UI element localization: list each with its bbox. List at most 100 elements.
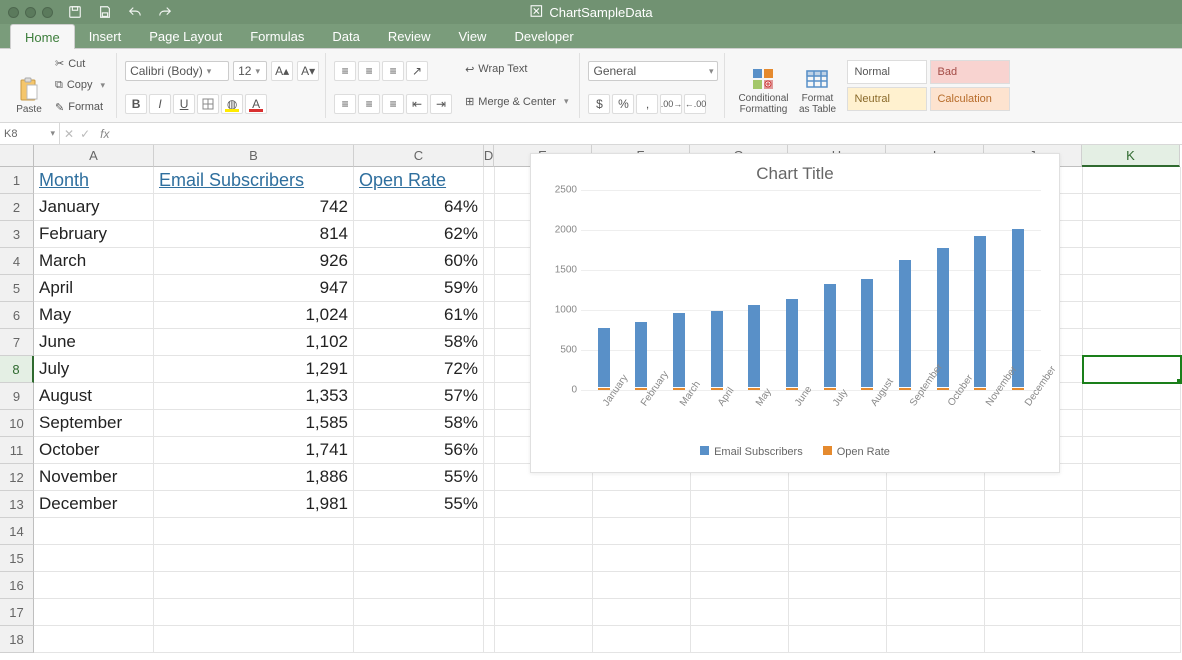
- cell-E15[interactable]: [495, 545, 593, 572]
- row-header-15[interactable]: 15: [0, 545, 34, 572]
- cell-G13[interactable]: [691, 491, 789, 518]
- enter-formula-icon[interactable]: ✓: [80, 127, 90, 141]
- cell-D9[interactable]: [484, 383, 495, 410]
- window-zoom-icon[interactable]: [42, 7, 53, 18]
- cell-C12[interactable]: 55%: [354, 464, 484, 491]
- row-header-12[interactable]: 12: [0, 464, 34, 491]
- cut-button[interactable]: ✂Cut: [50, 55, 110, 72]
- merge-center-button[interactable]: ⊞Merge & Center▾: [460, 93, 573, 110]
- number-format-select[interactable]: General▾: [588, 61, 718, 81]
- font-size-select[interactable]: 12▾: [233, 61, 267, 81]
- cell-F18[interactable]: [593, 626, 691, 653]
- increase-decimal-button[interactable]: .00→: [660, 94, 682, 114]
- tab-data[interactable]: Data: [318, 24, 373, 48]
- cell-I16[interactable]: [887, 572, 985, 599]
- cell-B5[interactable]: 947: [154, 275, 354, 302]
- legend-item-email-subscribers[interactable]: Email Subscribers: [700, 446, 803, 458]
- percent-button[interactable]: %: [612, 94, 634, 114]
- cell-E17[interactable]: [495, 599, 593, 626]
- cell-K14[interactable]: [1083, 518, 1181, 545]
- row-header-7[interactable]: 7: [0, 329, 34, 356]
- paste-button[interactable]: Paste: [8, 53, 50, 118]
- underline-button[interactable]: U: [173, 94, 195, 114]
- conditional-formatting-button[interactable]: Conditional Formatting: [733, 53, 793, 118]
- row-header-2[interactable]: 2: [0, 194, 34, 221]
- cell-J17[interactable]: [985, 599, 1083, 626]
- align-left-button[interactable]: ≡: [334, 94, 356, 114]
- row-header-8[interactable]: 8: [0, 356, 34, 383]
- fx-icon[interactable]: fx: [100, 127, 109, 141]
- cell-J13[interactable]: [985, 491, 1083, 518]
- qat-redo-icon[interactable]: [157, 4, 173, 20]
- cell-H14[interactable]: [789, 518, 887, 545]
- cell-B9[interactable]: 1,353: [154, 383, 354, 410]
- cell-D13[interactable]: [484, 491, 495, 518]
- cell-A1[interactable]: Month: [34, 167, 154, 194]
- qat-autosave-icon[interactable]: [67, 4, 83, 20]
- cell-C2[interactable]: 64%: [354, 194, 484, 221]
- cell-D16[interactable]: [484, 572, 495, 599]
- cell-D4[interactable]: [484, 248, 495, 275]
- cell-D15[interactable]: [484, 545, 495, 572]
- italic-button[interactable]: I: [149, 94, 171, 114]
- chart-bar-january[interactable]: [595, 328, 613, 390]
- row-header-17[interactable]: 17: [0, 599, 34, 626]
- cell-style-neutral[interactable]: Neutral: [847, 87, 927, 111]
- row-header-9[interactable]: 9: [0, 383, 34, 410]
- cell-A3[interactable]: February: [34, 221, 154, 248]
- cell-C7[interactable]: 58%: [354, 329, 484, 356]
- row-header-4[interactable]: 4: [0, 248, 34, 275]
- chart-bar-june[interactable]: [783, 299, 801, 390]
- cell-C9[interactable]: 57%: [354, 383, 484, 410]
- format-painter-button[interactable]: ✎Format: [50, 99, 110, 116]
- cell-G14[interactable]: [691, 518, 789, 545]
- worksheet[interactable]: ABCDEFGHIJK 1MonthEmail SubscribersOpen …: [0, 145, 1182, 653]
- cell-B2[interactable]: 742: [154, 194, 354, 221]
- align-middle-button[interactable]: ≡: [358, 61, 380, 81]
- chart-bar-may[interactable]: [745, 305, 763, 390]
- tab-view[interactable]: View: [445, 24, 501, 48]
- cell-C13[interactable]: 55%: [354, 491, 484, 518]
- cell-F13[interactable]: [593, 491, 691, 518]
- cell-A17[interactable]: [34, 599, 154, 626]
- cell-A16[interactable]: [34, 572, 154, 599]
- cell-B15[interactable]: [154, 545, 354, 572]
- tab-developer[interactable]: Developer: [500, 24, 587, 48]
- cell-A2[interactable]: January: [34, 194, 154, 221]
- row-header-1[interactable]: 1: [0, 167, 34, 194]
- chart-bar-march[interactable]: [670, 313, 688, 390]
- cell-K10[interactable]: [1083, 410, 1181, 437]
- cell-F15[interactable]: [593, 545, 691, 572]
- cell-K8[interactable]: [1083, 356, 1181, 383]
- cell-J18[interactable]: [985, 626, 1083, 653]
- cell-G15[interactable]: [691, 545, 789, 572]
- cell-B12[interactable]: 1,886: [154, 464, 354, 491]
- cell-K16[interactable]: [1083, 572, 1181, 599]
- fill-color-button[interactable]: ◍: [221, 94, 243, 114]
- cell-K6[interactable]: [1083, 302, 1181, 329]
- align-center-button[interactable]: ≡: [358, 94, 380, 114]
- cell-B3[interactable]: 814: [154, 221, 354, 248]
- cell-A4[interactable]: March: [34, 248, 154, 275]
- cell-D1[interactable]: [484, 167, 495, 194]
- chart-bar-february[interactable]: [632, 322, 650, 390]
- cell-I15[interactable]: [887, 545, 985, 572]
- cell-A14[interactable]: [34, 518, 154, 545]
- row-header-5[interactable]: 5: [0, 275, 34, 302]
- cell-E14[interactable]: [495, 518, 593, 545]
- cell-K17[interactable]: [1083, 599, 1181, 626]
- cell-B18[interactable]: [154, 626, 354, 653]
- cell-F14[interactable]: [593, 518, 691, 545]
- cell-B13[interactable]: 1,981: [154, 491, 354, 518]
- chart-bar-august[interactable]: [858, 279, 876, 390]
- cell-B6[interactable]: 1,024: [154, 302, 354, 329]
- window-close-icon[interactable]: [8, 7, 19, 18]
- grow-font-button[interactable]: A▴: [271, 61, 293, 81]
- select-all-corner[interactable]: [0, 145, 34, 167]
- cell-D14[interactable]: [484, 518, 495, 545]
- wrap-text-button[interactable]: ↩Wrap Text: [460, 61, 573, 78]
- cell-G18[interactable]: [691, 626, 789, 653]
- cell-A7[interactable]: June: [34, 329, 154, 356]
- cell-D17[interactable]: [484, 599, 495, 626]
- cell-F17[interactable]: [593, 599, 691, 626]
